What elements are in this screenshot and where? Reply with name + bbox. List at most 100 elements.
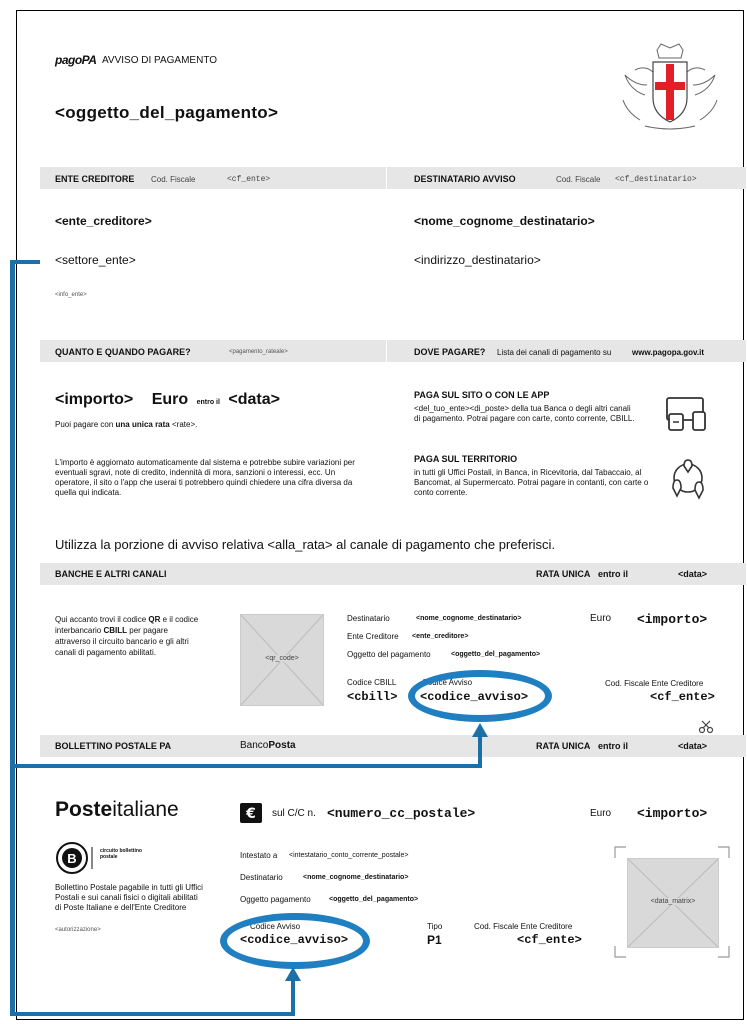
how-much-label: QUANTO E QUANDO PAGARE? (55, 347, 191, 357)
connector-top-tick (10, 260, 40, 264)
postal-due-label: entro il (598, 741, 629, 751)
recipient-label: DESTINATARIO AVVISO (414, 174, 516, 184)
banks-due-label: entro il (598, 569, 629, 579)
highlight-bank-notice-code (408, 670, 552, 722)
data-matrix: <data_matrix> (627, 858, 719, 948)
pay-online-text: <del_tuo_ente><di_poste> della tua Banca… (414, 404, 635, 423)
single-installment-pre: Puoi pagare con (55, 420, 114, 429)
pay-online-title: PAGA SUL SITO O CON LE APP (414, 390, 550, 400)
postal-description: Bollettino Postale pagabile in tutti gli… (55, 883, 203, 912)
postal-amount: <importo> (637, 806, 708, 821)
authorization: <autorizzazione> (55, 927, 101, 933)
bank-creditor-label: Ente Creditore (347, 632, 399, 641)
payment-subject: <oggetto_del_pagamento> (55, 103, 279, 122)
arrow-up-bank-icon (472, 723, 488, 737)
bank-creditor-cf-label: Cod. Fiscale Ente Creditore (605, 679, 704, 688)
postal-subject-value: <oggetto_del_pagamento> (329, 896, 419, 903)
pay-territory-title: PAGA SUL TERRITORIO (414, 454, 518, 464)
coat-of-arms-icon (622, 43, 718, 130)
account-holder-label: Intestato a (240, 851, 278, 860)
amount-note: L'importo è aggiornato automaticamente d… (55, 458, 355, 497)
euro-icon: € (240, 803, 262, 823)
amount-line: <importo> Euro entro il <data> (55, 391, 280, 409)
banks-desc-cbill: CBILL (103, 626, 128, 635)
bank-recipient-value: <nome_cognome_destinatario> (416, 615, 522, 622)
postal-subject-label: Oggetto pagamento (240, 895, 311, 904)
where-to-pay-desc: Lista dei canali di pagamento su (497, 348, 612, 357)
bank-subject-label: Oggetto del pagamento (347, 650, 431, 659)
cc-number: <numero_cc_postale> (327, 806, 476, 821)
connector-up-bank (478, 734, 482, 768)
type-label: Tipo (427, 922, 443, 931)
connector-middle (10, 764, 482, 768)
bank-euro-label: Euro (590, 613, 612, 624)
notice-title: AVVISO DI PAGAMENTO (102, 55, 218, 66)
qr-code: <qr_code> (240, 614, 324, 706)
recipient-name: <nome_cognome_destinatario> (414, 214, 595, 228)
recipient-cf-value: <cf_destinatario> (615, 175, 697, 184)
arrow-up-postal-icon (285, 967, 301, 981)
highlight-postal-notice-code (220, 913, 370, 969)
cbill-value: <cbill> (347, 690, 398, 704)
banks-due-date: <data> (678, 569, 708, 579)
bank-recipient-label: Destinatario (347, 614, 390, 623)
recipient-address: <indirizzo_destinatario> (414, 253, 541, 267)
banco-text: Banco (240, 740, 269, 751)
bank-creditor-value: <ente_creditore> (412, 633, 469, 640)
pagopa-logo: pagoPA (55, 53, 97, 67)
postal-due-date: <data> (678, 741, 708, 751)
creditor-label: ENTE CREDITORE (55, 174, 135, 184)
scissors-icon (698, 720, 714, 734)
banks-description: Qui accanto trovi il codice QR e il codi… (55, 614, 205, 658)
svg-text:€: € (245, 806, 256, 822)
creditor-sector: <settore_ente> (55, 253, 136, 267)
postal-single-rate: RATA UNICA (536, 741, 591, 751)
postal-euro-label: Euro (590, 808, 612, 819)
location-network-icon (672, 459, 704, 500)
postal-creditor-cf-label: Cod. Fiscale Ente Creditore (474, 922, 573, 931)
use-portion-text: Utilizza la porzione di avviso relativa … (55, 537, 556, 552)
where-to-pay-label: DOVE PAGARE? (414, 347, 486, 357)
circuit-label: circuito bollettino postale (100, 848, 142, 860)
postal-recipient-value: <nome_cognome_destinatario> (303, 874, 409, 881)
banks-single-rate: RATA UNICA (536, 569, 591, 579)
type-value: P1 (427, 933, 442, 947)
account-holder-value: <intestatario_conto_corrente_postale> (289, 852, 409, 859)
creditor-cf-label: Cod. Fiscale (151, 175, 196, 184)
bank-subject-value: <oggetto_del_pagamento> (451, 651, 541, 658)
poste-bold: Poste (55, 798, 113, 821)
poste-rest: italiane (112, 798, 179, 821)
banco-posta-logo: BancoPosta (240, 740, 296, 751)
circuit-logo-icon: B (56, 842, 93, 874)
poste-italiane-logo: Posteitaliane (55, 798, 179, 822)
postal-label: BOLLETTINO POSTALE PA (55, 741, 172, 751)
single-installment-bold: una unica rata (115, 420, 170, 429)
connector-vertical (10, 260, 15, 1016)
banks-desc-qr: QR (148, 615, 161, 624)
posta-text: Posta (268, 740, 296, 751)
creditor-name: <ente_creditore> (55, 214, 152, 228)
connector-up-postal (291, 978, 295, 1014)
due-label: entro il (196, 399, 220, 406)
due-date: <data> (228, 391, 280, 408)
matrix-label: <data_matrix> (628, 898, 718, 905)
single-installment-post: <rate>. (171, 420, 198, 429)
svg-text:B: B (67, 851, 76, 866)
installment-info: <pagamento_rateale> (229, 349, 288, 355)
single-installment-line: Puoi pagare con una unica rata <rate>. (55, 420, 197, 429)
creditor-cf-value: <cf_ente> (227, 175, 271, 184)
postal-recipient-label: Destinatario (240, 873, 283, 882)
devices-icon (666, 397, 706, 431)
pay-territory-text: in tutti gli Uffici Postali, in Banca, i… (414, 468, 649, 497)
qr-label: <qr_code> (241, 655, 323, 662)
bank-amount: <importo> (637, 612, 708, 627)
cc-label: sul C/C n. (272, 808, 316, 819)
amount: <importo> (55, 391, 134, 408)
cbill-label: Codice CBILL (347, 678, 397, 687)
connector-bottom (10, 1012, 295, 1016)
banks-desc-pre: Qui accanto trovi il codice (55, 615, 147, 624)
postal-creditor-cf-value: <cf_ente> (517, 933, 582, 947)
bank-creditor-cf-value: <cf_ente> (650, 690, 715, 704)
pagopa-link[interactable]: www.pagopa.gov.it (632, 348, 704, 357)
banks-label: BANCHE E ALTRI CANALI (55, 569, 167, 579)
